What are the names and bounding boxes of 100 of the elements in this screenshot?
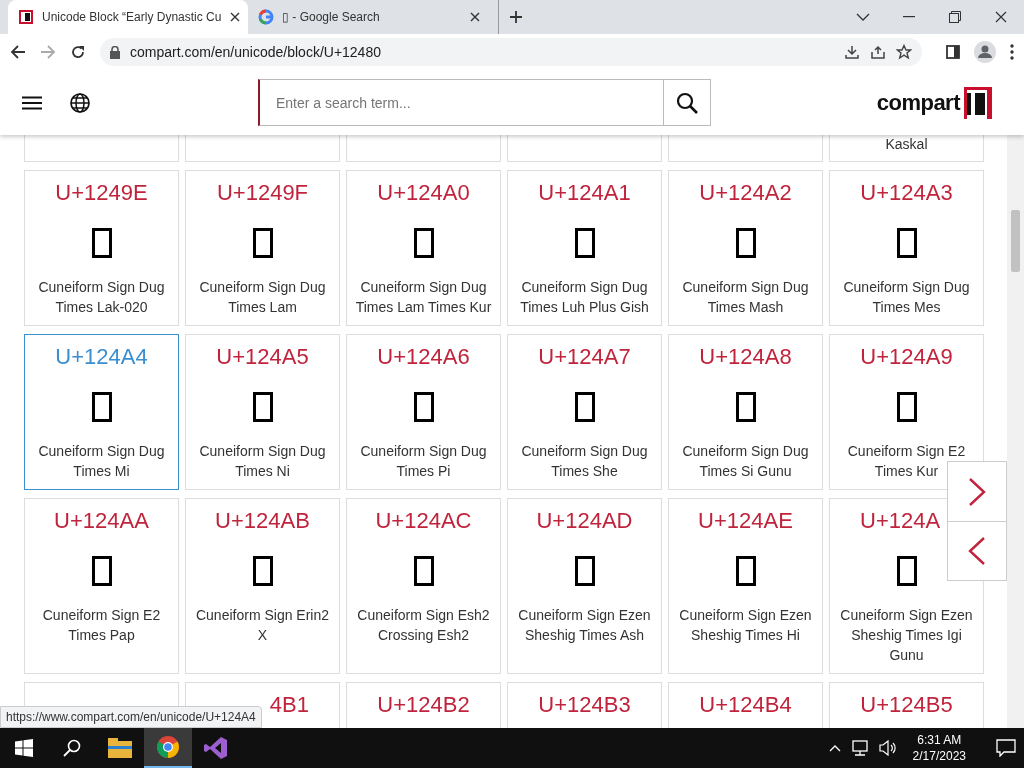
search-field[interactable]: Enter a search term...: [258, 79, 663, 126]
character-card[interactable]: U+124AE Cuneiform Sign Ezen Sheshig Times Hi: [668, 498, 823, 674]
code-point: U+124B5: [860, 691, 953, 719]
character-card[interactable]: U+124A4 Cuneiform Sign Dug Times Mi: [24, 334, 179, 490]
character-name: Cuneiform Sign Dug Times Lam Times Kur: [355, 278, 492, 317]
url-text: compart.com/en/unicode/block/U+12480: [130, 44, 381, 60]
logo-text: compart: [876, 89, 960, 116]
character-name: Cuneiform Sign Dug Times Mi: [37, 442, 166, 481]
character-card[interactable]: U+124AB Cuneiform Sign Erin2 X: [185, 498, 340, 674]
close-icon[interactable]: [230, 12, 240, 22]
character-card[interactable]: Kaskal: [829, 135, 984, 162]
character-name: Cuneiform Sign Dug Times Lam: [198, 278, 327, 317]
character-card[interactable]: U+124A9 Cuneiform Sign E2 Times Kur: [829, 334, 984, 490]
character-card[interactable]: U+124A2 Cuneiform Sign Dug Times Mash: [668, 170, 823, 326]
chevron-up-icon[interactable]: [828, 744, 841, 752]
character-card[interactable]: U+1249E Cuneiform Sign Dug Times Lak-020: [24, 170, 179, 326]
menu-icon[interactable]: [1010, 44, 1014, 60]
missing-glyph-icon: [574, 228, 595, 258]
character-card[interactable]: U+124A1 Cuneiform Sign Dug Times Luh Plus Gish: [507, 170, 662, 326]
profile-icon[interactable]: [974, 41, 996, 63]
search-icon: [676, 91, 698, 114]
character-card[interactable]: U+124B2: [346, 682, 501, 728]
restore-icon: [949, 11, 961, 23]
close-icon[interactable]: [470, 12, 480, 22]
google-logo-icon: [258, 9, 274, 25]
character-name: Cuneiform Sign Ezen Sheshig Times Hi: [678, 606, 813, 645]
character-card[interactable]: U+124A5 Cuneiform Sign Dug Times Ni: [185, 334, 340, 490]
chrome-icon: [156, 735, 180, 759]
character-card[interactable]: U+124AD Cuneiform Sign Ezen Sheshig Times Ash: [507, 498, 662, 674]
code-point: U+124B4: [699, 691, 792, 719]
character-card[interactable]: U+124A8 Cuneiform Sign Dug Times Si Gunu: [668, 334, 823, 490]
character-card[interactable]: U+124B3: [507, 682, 662, 728]
share-icon[interactable]: [870, 44, 886, 60]
missing-glyph-icon: [252, 228, 273, 258]
side-panel-icon[interactable]: [946, 45, 960, 59]
close-icon: [995, 11, 1007, 23]
taskbar-app[interactable]: [144, 728, 192, 768]
character-name: Cuneiform Sign E2 Times Pap: [41, 606, 162, 645]
browser-tab[interactable]: ▯ - Google Search: [248, 0, 488, 34]
code-point: U+124B3: [538, 691, 631, 719]
missing-glyph-icon: [574, 392, 595, 422]
character-card[interactable]: U+1249F Cuneiform Sign Dug Times Lam: [185, 170, 340, 326]
scrollbar[interactable]: [1007, 135, 1024, 728]
character-name: Cuneiform Sign Dug Times Si Gunu: [681, 442, 810, 481]
character-card[interactable]: U+124A3 Cuneiform Sign Dug Times Mes: [829, 170, 984, 326]
character-name: Cuneiform Sign Erin2 X: [194, 606, 331, 645]
plus-icon: [509, 10, 523, 24]
code-point: U+124A6: [377, 343, 470, 371]
missing-glyph-icon: [91, 392, 112, 422]
code-point: U+124AA: [54, 507, 149, 535]
character-card[interactable]: U+124AC Cuneiform Sign Esh2 Crossing Esh2: [346, 498, 501, 674]
address-bar[interactable]: compart.com/en/unicode/block/U+12480: [100, 38, 922, 66]
reload-icon[interactable]: [70, 44, 86, 60]
character-name: Kaskal: [885, 135, 928, 153]
code-point: U+124A8: [699, 343, 792, 371]
missing-glyph-icon: [735, 556, 756, 586]
character-name: Cuneiform Sign Dug Times Ni: [198, 442, 327, 481]
star-icon[interactable]: [896, 44, 912, 60]
character-card[interactable]: U+124A6 Cuneiform Sign Dug Times Pi: [346, 334, 501, 490]
search-button[interactable]: [663, 79, 711, 126]
character-name: Cuneiform Sign Ezen Sheshig Times Igi Gunu: [839, 606, 974, 665]
character-name: Cuneiform Sign Dug Times Luh Plus Gish: [519, 278, 650, 317]
missing-glyph-icon: [413, 556, 434, 586]
site-logo-icon: [18, 9, 34, 25]
back-icon[interactable]: [10, 44, 26, 60]
code-point: U+124A4: [55, 343, 148, 371]
missing-glyph-icon: [91, 228, 112, 258]
code-point: U+124A3: [860, 179, 953, 207]
character-name: Cuneiform Sign Dug Times She: [520, 442, 649, 481]
code-point: U+124AB: [215, 507, 310, 535]
network-icon[interactable]: [850, 740, 869, 756]
character-name: Cuneiform Sign Dug Times Mash: [681, 278, 810, 317]
code-point: U+124A: [859, 507, 941, 535]
missing-glyph-icon: [91, 556, 112, 586]
character-name: Cuneiform Sign Ezen Sheshig Times Ash: [517, 606, 652, 645]
code-point: U+124A0: [377, 179, 470, 207]
character-name: Cuneiform Sign Esh2 Crossing Esh2: [356, 606, 491, 645]
volume-icon[interactable]: [878, 740, 897, 756]
code-point: U+124A7: [538, 343, 631, 371]
time-text: 6:31 AM: [917, 732, 962, 748]
code-point: U+124AC: [375, 507, 472, 535]
browser-tab[interactable]: Unicode Block “Early Dynastic Cu: [8, 0, 248, 34]
missing-glyph-icon: [252, 392, 273, 422]
notification-icon[interactable]: [996, 739, 1016, 757]
globe-icon[interactable]: [70, 92, 90, 113]
missing-glyph-icon: [896, 228, 917, 258]
character-card[interactable]: U+124B4: [668, 682, 823, 728]
code-point: U+124A9: [860, 343, 953, 371]
missing-glyph-icon: [735, 228, 756, 258]
character-card[interactable]: U+124A7 Cuneiform Sign Dug Times She: [507, 334, 662, 490]
clock[interactable]: 6:31 AM 2/17/2023: [906, 732, 972, 764]
character-card[interactable]: U+124AA Cuneiform Sign E2 Times Pap: [24, 498, 179, 674]
windows-logo-icon: [15, 739, 33, 757]
character-card[interactable]: U+124B5: [829, 682, 984, 728]
character-name: Cuneiform Sign Dug Times Pi: [359, 442, 488, 481]
logo-icon: [964, 86, 992, 119]
menu-icon[interactable]: [22, 95, 42, 110]
character-card[interactable]: U+124A0 Cuneiform Sign Dug Times Lam Times Kur: [346, 170, 501, 326]
chevron-down-icon: [856, 12, 870, 22]
download-icon[interactable]: [844, 44, 860, 60]
